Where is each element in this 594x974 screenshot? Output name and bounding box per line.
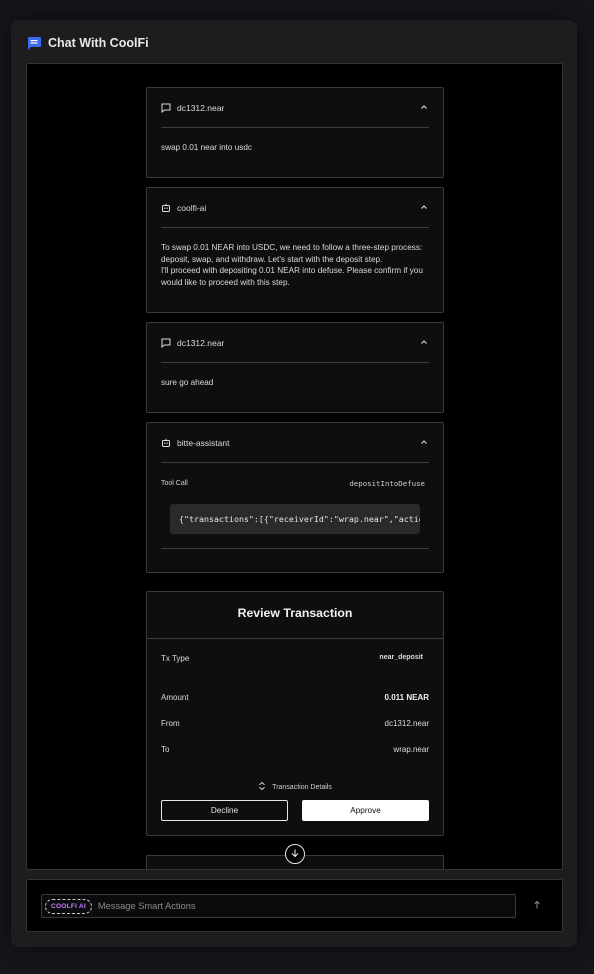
row-value: near_deposit xyxy=(379,654,423,661)
divider xyxy=(161,227,429,228)
chevron-up-icon[interactable] xyxy=(419,202,429,212)
message-line: deposit, swap, and withdraw. Let's start… xyxy=(161,254,383,264)
from-row: From dc1312.near xyxy=(161,719,429,731)
message-input-box[interactable]: COOLFI AI xyxy=(41,894,516,918)
message-line: To swap 0.01 NEAR into USDC, we need to … xyxy=(161,243,423,252)
panel-header: Chat With CoolFi xyxy=(26,34,149,52)
message-card: coolfi-ai To swap 0.01 NEAR into USDC, w… xyxy=(146,187,444,313)
speech-bubble-icon xyxy=(161,338,171,348)
tx-type-row: Tx Type near_deposit xyxy=(161,654,429,666)
message-author: bitte-assistant xyxy=(177,438,230,448)
message-author: dc1312.near xyxy=(177,103,225,113)
row-label: Tx Type xyxy=(161,654,190,663)
chevron-up-down-icon xyxy=(258,781,266,793)
bot-icon xyxy=(161,438,171,448)
tool-call-code: {"transactions":[{"receiverId":"wrap.nea… xyxy=(179,514,420,524)
message-author: dc1312.near xyxy=(177,338,225,348)
chat-panel: Chat With CoolFi dc1312.near swap 0.01 n… xyxy=(11,20,577,947)
message-author: coolfi-ai xyxy=(177,203,207,213)
transaction-details-toggle[interactable]: Transaction Details xyxy=(147,781,443,793)
speech-bubble-icon xyxy=(161,103,171,113)
message-text: To swap 0.01 NEAR into USDC, we need to … xyxy=(161,242,429,288)
send-button[interactable] xyxy=(530,899,544,913)
row-label: Amount xyxy=(161,693,189,702)
chat-bubble-icon xyxy=(26,35,42,51)
amount-row: Amount 0.011 NEAR xyxy=(161,693,429,705)
tool-call-code-block[interactable]: {"transactions":[{"receiverId":"wrap.nea… xyxy=(170,504,420,534)
review-title: Review Transaction xyxy=(237,606,353,620)
row-label: From xyxy=(161,719,180,728)
review-transaction-card: Review Transaction Tx Type near_deposit … xyxy=(146,591,444,836)
scroll-to-bottom-button[interactable] xyxy=(285,844,305,864)
row-value: wrap.near xyxy=(393,745,429,754)
message-header[interactable]: bitte-assistant xyxy=(161,435,429,451)
chat-message-list[interactable]: dc1312.near swap 0.01 near into usdc coo… xyxy=(26,63,563,870)
message-text: swap 0.01 near into usdc xyxy=(161,143,253,152)
arrow-down-icon xyxy=(290,845,300,863)
tool-call-label: Tool Call xyxy=(161,480,188,487)
message-card: dc1312.near swap 0.01 near into usdc xyxy=(146,87,444,178)
message-input[interactable] xyxy=(97,901,515,911)
message-line: would like to proceed with this step. xyxy=(161,277,290,287)
divider xyxy=(161,462,429,463)
to-row: To wrap.near xyxy=(161,745,429,757)
approve-button[interactable]: Approve xyxy=(302,800,429,821)
transaction-details-label: Transaction Details xyxy=(272,783,332,791)
message-text: sure go ahead xyxy=(161,378,214,387)
divider xyxy=(161,127,429,128)
message-header[interactable]: dc1312.near xyxy=(161,100,429,116)
divider xyxy=(161,548,429,549)
chevron-up-icon[interactable] xyxy=(419,437,429,447)
divider xyxy=(147,638,443,639)
divider xyxy=(161,362,429,363)
message-card: bitte-assistant Tool Call depositIntoDef… xyxy=(146,422,444,573)
message-composer: COOLFI AI xyxy=(26,879,563,932)
chevron-up-icon[interactable] xyxy=(419,102,429,112)
message-header[interactable]: coolfi-ai xyxy=(161,200,429,216)
bot-icon xyxy=(161,203,171,213)
row-value: dc1312.near xyxy=(384,719,429,728)
row-label: To xyxy=(161,745,170,754)
arrow-up-icon xyxy=(532,897,542,915)
message-card: dc1312.near sure go ahead xyxy=(146,322,444,413)
chevron-up-icon[interactable] xyxy=(419,337,429,347)
message-header[interactable]: dc1312.near xyxy=(161,335,429,351)
page-title: Chat With CoolFi xyxy=(48,36,149,50)
coolfi-ai-badge: COOLFI AI xyxy=(45,898,92,914)
row-value: 0.011 NEAR xyxy=(384,693,429,702)
message-line: I'll proceed with depositing 0.01 NEAR i… xyxy=(161,266,423,275)
tool-call-name: depositIntoDefuse xyxy=(349,479,425,488)
decline-button[interactable]: Decline xyxy=(161,800,288,821)
